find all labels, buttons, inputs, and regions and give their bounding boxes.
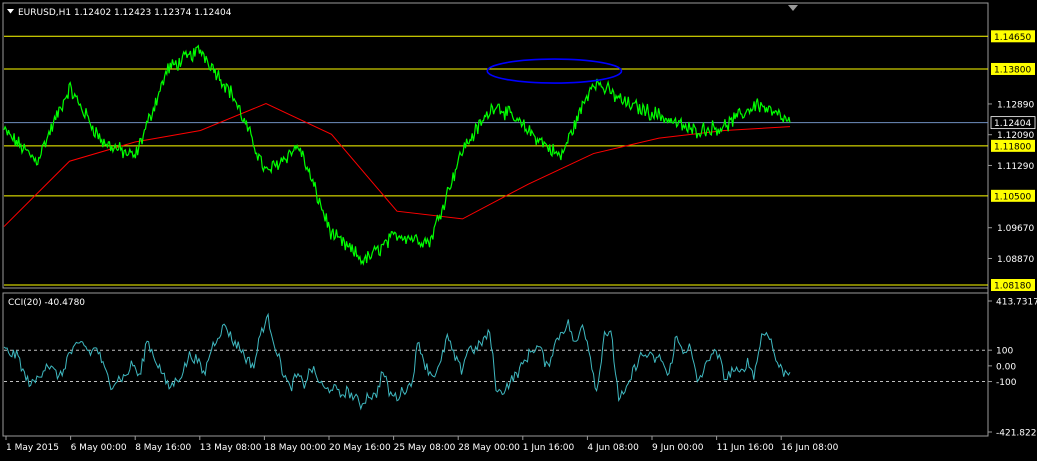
x-tick-label: 4 Jun 08:00 [587, 443, 639, 453]
x-tick-label: 16 Jun 08:00 [781, 443, 838, 453]
x-tick-label: 18 May 00:00 [264, 443, 326, 453]
cci-label: CCI(20) -40.4780 [8, 298, 85, 308]
x-tick-label: 1 May 2015 [6, 443, 59, 453]
price-level-label: 1.14650 [994, 33, 1031, 43]
price-level-label: 1.11800 [994, 142, 1031, 152]
x-tick-label: 1 Jun 16:00 [523, 443, 575, 453]
x-tick-label: 13 May 08:00 [200, 443, 262, 453]
y-tick-label: 1.08870 [997, 255, 1034, 265]
x-tick-label: 28 May 00:00 [458, 443, 520, 453]
y-tick-label: 1.11290 [997, 162, 1034, 172]
x-tick-label: 11 Jun 16:00 [717, 443, 774, 453]
cci-indicator-panel[interactable] [2, 292, 989, 437]
cci-y-tick-label: 413.7317 [996, 298, 1037, 308]
y-tick-label: 1.12090 [997, 131, 1034, 141]
x-tick-label: 9 Jun 00:00 [652, 443, 704, 453]
price-level-label: 1.08180 [994, 282, 1031, 292]
y-tick-label: 1.09670 [997, 224, 1034, 234]
price-level-label: 1.10500 [994, 192, 1031, 202]
cci-y-tick-label: 0.00 [996, 362, 1016, 372]
symbol-header: EURUSD,H1 1.12402 1.12423 1.12374 1.1240… [18, 8, 232, 18]
current-price-label: 1.12404 [994, 119, 1031, 129]
cci-y-tick-label: -421.8225 [996, 429, 1037, 439]
x-tick-label: 6 May 00:00 [71, 443, 127, 453]
price-level-label: 1.13800 [994, 65, 1031, 75]
cci-y-tick-label: -100 [996, 378, 1017, 388]
chart-window[interactable]: EURUSD,H1 1.12402 1.12423 1.12374 1.1240… [0, 0, 1037, 457]
x-tick-label: 25 May 08:00 [394, 443, 456, 453]
y-tick-label: 1.12890 [997, 100, 1034, 110]
x-tick-label: 8 May 16:00 [135, 443, 191, 453]
chart-canvas[interactable]: EURUSD,H1 1.12402 1.12423 1.12374 1.1240… [0, 0, 1037, 457]
x-tick-label: 20 May 16:00 [329, 443, 391, 453]
cci-y-tick-label: 100 [996, 347, 1013, 357]
